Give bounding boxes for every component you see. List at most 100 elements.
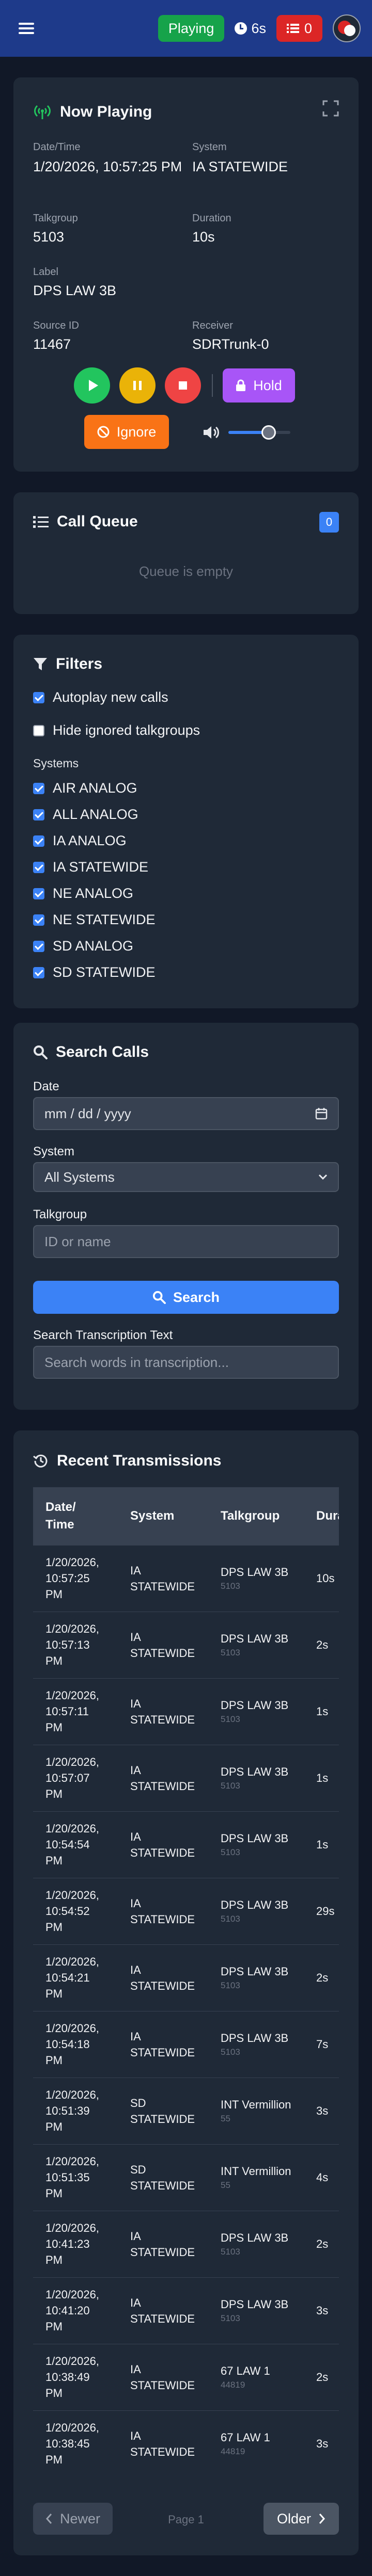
pause-icon [133,381,142,390]
volume-thumb[interactable] [261,425,276,440]
expand-icon[interactable] [322,100,339,117]
system-checkbox[interactable] [33,861,44,873]
system-checkbox-row[interactable]: AIR ANALOG [33,780,137,796]
older-label: Older [276,2510,312,2526]
system-select[interactable]: All Systems [33,1162,339,1192]
ignore-button[interactable]: Ignore [84,415,169,449]
pause-button[interactable] [119,367,156,404]
hide-ignored-checkbox[interactable] [33,725,44,736]
queue-count-button[interactable]: 0 [276,15,322,42]
system-checkbox[interactable] [33,782,44,794]
table-row[interactable]: 1/20/2026, 10:57:11 PM IA STATEWIDE DPS LA… [33,1678,339,1745]
row-talkgroup-name: 67 LAW 1 [221,2364,270,2377]
system-label: IA ANALOG [53,833,127,848]
table-row[interactable]: 1/20/2026, 10:51:35 PM SD STATEWIDE INT Ve… [33,2144,339,2211]
now-playing-card: Now Playing Date/Time 1/20/2026, 10:57:2… [13,77,359,472]
row-talkgroup-name: DPS LAW 3B [221,1898,289,1911]
queue-count-badge-value: 0 [326,516,333,528]
system-checkbox-row[interactable]: SD STATEWIDE [33,964,156,980]
autoplay-checkbox[interactable] [33,691,44,703]
column-header-datetime[interactable]: Date/ Time [33,1487,118,1545]
system-checkbox[interactable] [33,940,44,952]
transmissions-table-scroll[interactable]: Date/ Time System Talkgroup Duration 1/2… [33,1487,339,2477]
table-row[interactable]: 1/20/2026, 10:57:07 PM IA STATEWIDE DPS LA… [33,1744,339,1811]
autoplay-checkbox-row[interactable]: Autoplay new calls [33,689,168,705]
avatar[interactable] [333,14,361,42]
transcript-input[interactable]: Search words in transcription... [33,1346,339,1379]
table-row[interactable]: 1/20/2026, 10:54:54 PM IA STATEWIDE DPS LA… [33,1811,339,1878]
calendar-icon[interactable] [315,1107,328,1120]
column-header-duration[interactable]: Duration [304,1487,339,1545]
row-talkgroup-id: 44819 [221,2380,245,2390]
menu-icon[interactable] [19,23,34,34]
row-duration: 1s [304,1744,339,1811]
table-row[interactable]: 1/20/2026, 10:54:18 PM IA STATEWIDE DPS LA… [33,2010,339,2078]
system-label: IA STATEWIDE [53,859,149,875]
hold-button[interactable]: Hold [223,368,295,403]
table-header-row: Date/ Time System Talkgroup Duration [33,1487,339,1545]
elapsed-timer: 6s [235,21,266,37]
newer-button[interactable]: Newer [33,2503,113,2535]
controls-divider [212,374,213,397]
transcript-placeholder: Search words in transcription... [44,1354,229,1370]
system-checkbox-row[interactable]: IA STATEWIDE [33,859,148,875]
row-duration: 3s [304,2410,339,2477]
now-playing-heading: Now Playing [33,103,152,121]
search-button[interactable]: Search [33,1281,339,1314]
chevron-right-icon [319,2514,326,2524]
table-row[interactable]: 1/20/2026, 10:54:21 PM IA STATEWIDE DPS LA… [33,1944,339,2011]
system-checkbox[interactable] [33,888,44,899]
system-checkbox[interactable] [33,914,44,926]
table-row[interactable]: 1/20/2026, 10:38:49 PM IA STATEWIDE 67 LAW… [33,2343,339,2410]
system-checkbox-row[interactable]: NE STATEWIDE [33,912,156,928]
top-bar: Playing 6s 0 [0,0,372,57]
filter-icon [34,658,47,670]
row-talkgroup: 67 LAW 1 44819 [208,2343,304,2410]
talkgroup-value: 5103 [33,229,65,245]
volume-slider[interactable] [228,425,290,440]
ignore-label: Ignore [116,424,157,440]
label-label: Label [33,266,58,278]
system-checkbox-row[interactable]: ALL ANALOG [33,807,138,823]
row-duration: 2s [304,2343,339,2410]
column-header-talkgroup[interactable]: Talkgroup [208,1487,304,1545]
row-talkgroup-id: 5103 [221,2047,240,2057]
transcript-label: Search Transcription Text [33,1328,173,1342]
table-row[interactable]: 1/20/2026, 10:51:39 PM SD STATEWIDE INT Ve… [33,2077,339,2144]
row-talkgroup-name: DPS LAW 3B [221,2032,289,2044]
row-datetime: 1/20/2026, 10:38:49 PM [33,2343,118,2410]
system-checkbox-row[interactable]: NE ANALOG [33,886,133,901]
volume-icon[interactable] [203,425,221,440]
system-checkbox[interactable] [33,809,44,820]
talkgroup-input[interactable]: ID or name [33,1225,339,1258]
system-checkbox-row[interactable]: SD ANALOG [33,938,133,954]
column-header-system[interactable]: System [118,1487,208,1545]
system-checkbox-row[interactable]: IA ANALOG [33,833,127,849]
row-system: IA STATEWIDE [118,1744,208,1811]
hide-ignored-label: Hide ignored talkgroups [53,722,200,738]
receiver-value: SDRTrunk-0 [192,336,269,352]
hide-ignored-checkbox-row[interactable]: Hide ignored talkgroups [33,722,200,738]
chevron-left-icon [45,2514,52,2524]
table-row[interactable]: 1/20/2026, 10:41:23 PM IA STATEWIDE DPS LA… [33,2210,339,2277]
page-indicator: Page 1 [168,2513,204,2526]
play-button[interactable] [74,367,110,404]
older-button[interactable]: Older [264,2503,339,2535]
date-input[interactable]: mm / dd / yyyy [33,1097,339,1130]
table-row[interactable]: 1/20/2026, 10:57:25 PM IA STATEWIDE DPS LA… [33,1544,339,1612]
system-checkbox[interactable] [33,967,44,978]
table-row[interactable]: 1/20/2026, 10:41:20 PM IA STATEWIDE DPS LA… [33,2277,339,2344]
row-talkgroup-id: 5103 [221,1581,240,1591]
table-row[interactable]: 1/20/2026, 10:54:52 PM IA STATEWIDE DPS LA… [33,1877,339,1944]
table-row[interactable]: 1/20/2026, 10:57:13 PM IA STATEWIDE DPS LA… [33,1611,339,1678]
system-checkbox[interactable] [33,835,44,847]
row-talkgroup: DPS LAW 3B 5103 [208,1611,304,1678]
stop-button[interactable] [165,367,201,404]
play-icon [89,380,98,391]
row-talkgroup-id: 5103 [221,1981,240,1990]
row-datetime: 1/20/2026, 10:41:20 PM [33,2277,118,2344]
row-duration: 10s [304,1544,339,1612]
row-duration: 2s [304,2210,339,2277]
table-row[interactable]: 1/20/2026, 10:38:45 PM IA STATEWIDE 67 LAW… [33,2410,339,2477]
system-select-value: All Systems [44,1169,115,1185]
